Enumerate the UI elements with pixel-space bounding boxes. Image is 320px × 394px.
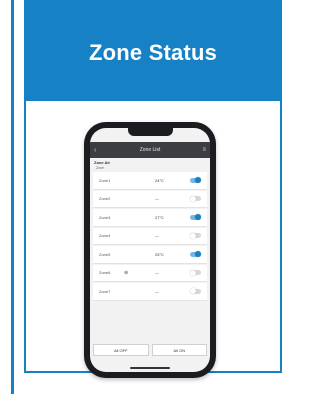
zone-name: Zone1 (99, 177, 111, 183)
zone-settings-icon[interactable]: ⊕ (124, 270, 128, 276)
toggle-knob (195, 177, 201, 184)
menu-icon[interactable]: ≡ (202, 147, 206, 153)
toggle-knob (195, 214, 201, 221)
zone-name: Zone4 (99, 233, 111, 239)
zone-name: Zone2 (99, 196, 111, 202)
bottom-action-bar: All OFF All ON (93, 344, 207, 356)
zone-temperature: 27°C (155, 214, 164, 220)
zone-row[interactable]: Zone6 ⊕ — (93, 264, 207, 282)
app-title: Zone List (139, 147, 161, 153)
zone-name: Zone5 (99, 251, 111, 257)
left-rail-divider (0, 0, 14, 394)
phone-mockup: ‹ Zone List ≡ Zone Air Zone Zone1 24°C Zon… (84, 122, 216, 378)
zone-temperature: 25°C (155, 251, 164, 257)
home-indicator (130, 367, 170, 369)
toggle-knob (195, 251, 201, 258)
zone-toggle[interactable] (190, 269, 201, 276)
zone-list: Zone1 24°C Zone2— Zone3 27°C Zone4— Zone5 25°C Z… (90, 172, 210, 302)
zone-toggle[interactable] (190, 214, 201, 221)
zone-row[interactable]: Zone3 27°C (93, 209, 207, 227)
card-title: Zone Status (88, 39, 218, 65)
all-on-button[interactable]: All ON (151, 344, 207, 356)
zone-row[interactable]: Zone1 24°C (93, 172, 207, 190)
zone-toggle[interactable] (190, 177, 201, 184)
app-bar: ‹ Zone List ≡ (90, 142, 210, 158)
section-subtitle: Zone (96, 166, 104, 170)
zone-toggle[interactable] (190, 232, 201, 239)
back-icon[interactable]: ‹ (94, 147, 96, 154)
toggle-knob (190, 195, 196, 202)
zone-row[interactable]: Zone4 — (93, 227, 207, 245)
zone-section-header: Zone Air Zone (90, 160, 210, 170)
toggle-knob (190, 288, 196, 295)
zone-temperature: — (155, 270, 159, 276)
all-off-button[interactable]: All OFF (93, 344, 149, 356)
zone-toggle[interactable] (190, 195, 201, 202)
zone-temperature: 24°C (155, 177, 164, 183)
zone-temperature: — (155, 196, 159, 202)
zone-temperature: — (155, 288, 159, 294)
zone-row[interactable]: Zone7 — (93, 283, 207, 301)
zone-name: Zone3 (99, 214, 111, 220)
zone-row[interactable]: Zone2 — (93, 190, 207, 208)
zone-toggle[interactable] (190, 288, 201, 295)
zone-name: Zone7 (99, 288, 111, 294)
card-header: Zone Status (26, 0, 280, 101)
zone-name: Zone6 (99, 270, 111, 276)
toggle-knob (190, 269, 196, 276)
zone-temperature: — (155, 233, 159, 239)
toggle-knob (190, 232, 196, 239)
phone-notch (128, 128, 173, 136)
zone-row[interactable]: Zone5 25°C (93, 246, 207, 264)
section-title: Zone Air (94, 160, 111, 165)
zone-toggle[interactable] (190, 251, 201, 258)
phone-screen: ‹ Zone List ≡ Zone Air Zone Zone1 24°C Zon… (90, 128, 210, 372)
